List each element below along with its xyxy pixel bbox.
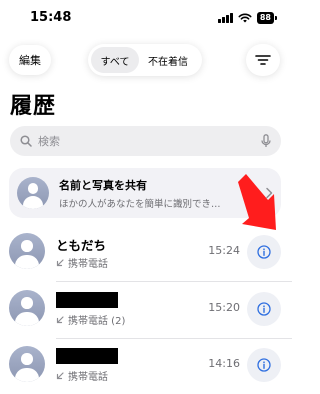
tab-all[interactable]: すべて: [91, 47, 139, 73]
red-arrow-annotation-icon: [238, 174, 276, 230]
page-title: 履歴: [10, 94, 57, 119]
info-button[interactable]: [247, 235, 281, 269]
wifi-icon: [238, 13, 252, 23]
row-divider: [56, 281, 292, 282]
tab-missed[interactable]: 不在着信: [139, 47, 197, 73]
call-time: 15:24: [208, 244, 240, 257]
caller-name: ともだち: [56, 238, 107, 253]
incoming-call-arrow-icon: [56, 258, 64, 266]
call-type-label: 携帯電話: [68, 372, 108, 383]
incoming-call-arrow-icon: [56, 315, 64, 323]
incoming-call-arrow-icon: [56, 371, 64, 379]
redacted-name: [56, 348, 118, 364]
avatar: [9, 233, 45, 269]
filter-segmented-control: すべて 不在着信: [88, 44, 202, 76]
avatar: [9, 346, 45, 382]
status-bar: 15:48 88: [0, 0, 292, 40]
call-type-label: 携帯電話: [68, 259, 108, 270]
status-time: 15:48: [30, 10, 72, 25]
avatar: [17, 177, 49, 209]
call-type: 携帯電話 (2): [56, 312, 125, 327]
call-row[interactable]: 携帯電話 (2) 15:20: [0, 286, 292, 338]
redacted-name: [56, 292, 118, 308]
info-icon: [257, 245, 271, 259]
battery-icon: 88: [256, 12, 278, 24]
edit-button[interactable]: 編集: [9, 45, 51, 75]
call-row[interactable]: 携帯電話 14:16: [0, 342, 292, 394]
call-row[interactable]: ともだち 携帯電話 15:24: [0, 229, 292, 281]
call-type: 携帯電話: [56, 255, 108, 270]
call-time: 14:16: [208, 357, 240, 370]
row-divider: [56, 338, 292, 339]
call-time: 15:20: [208, 301, 240, 314]
filter-button[interactable]: [246, 44, 280, 76]
cellular-signal-icon: [217, 13, 233, 23]
search-placeholder: 検索: [38, 135, 60, 148]
search-icon: [20, 135, 32, 147]
info-icon: [257, 302, 271, 316]
call-type: 携帯電話: [56, 368, 108, 383]
avatar: [9, 290, 45, 326]
call-type-label: 携帯電話 (2): [68, 316, 126, 327]
info-icon: [257, 358, 271, 372]
status-icons: 88: [217, 12, 278, 24]
filter-lines-icon: [255, 55, 271, 65]
search-input[interactable]: 検索: [10, 126, 281, 156]
info-button[interactable]: [247, 292, 281, 326]
microphone-icon[interactable]: [261, 134, 271, 148]
info-button[interactable]: [247, 348, 281, 382]
